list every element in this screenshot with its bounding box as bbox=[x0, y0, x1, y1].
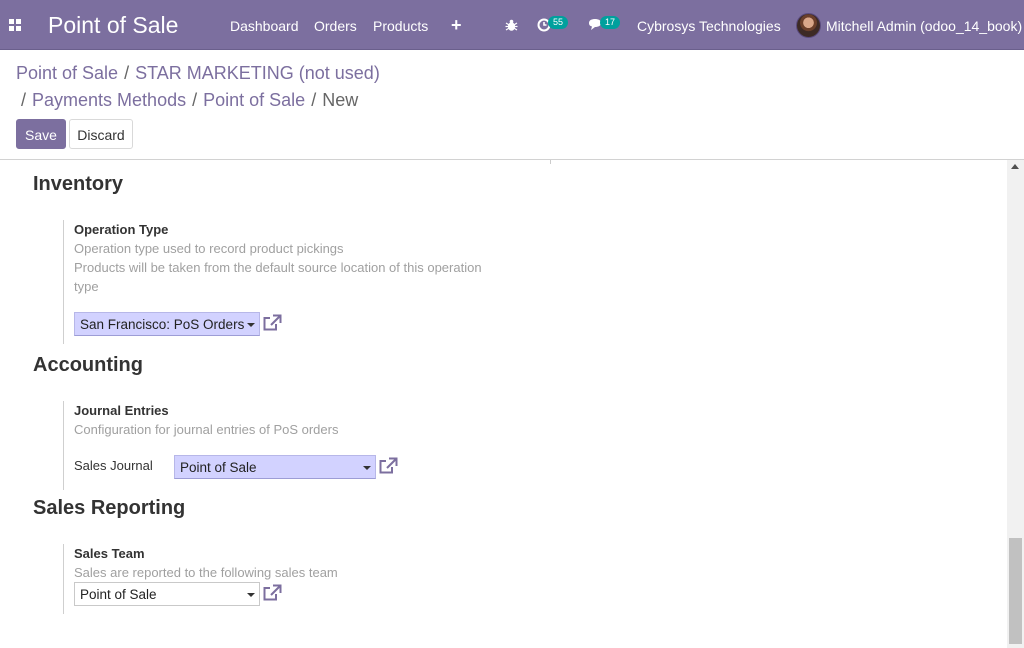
setting-label-operation-type: Operation Type bbox=[74, 222, 169, 237]
chevron-down-icon bbox=[247, 323, 255, 327]
vertical-scrollbar[interactable] bbox=[1007, 160, 1024, 648]
breadcrumb-separator: / bbox=[311, 90, 317, 110]
setting-help-operation-type: Operation type used to record product pi… bbox=[74, 239, 494, 296]
setting-border bbox=[63, 401, 64, 490]
discard-button[interactable]: Discard bbox=[69, 119, 133, 149]
external-link-icon[interactable] bbox=[262, 584, 282, 602]
breadcrumb-separator: / bbox=[21, 90, 27, 110]
breadcrumb-line-1: Point of Sale / STAR MARKETING (not used) bbox=[16, 63, 380, 84]
company-switcher[interactable]: Cybrosys Technologies bbox=[637, 18, 781, 34]
save-button[interactable]: Save bbox=[16, 119, 66, 149]
breadcrumb-payment-methods[interactable]: Payments Methods bbox=[32, 90, 186, 110]
apps-menu-icon[interactable] bbox=[9, 19, 23, 33]
breadcrumb-separator: / bbox=[192, 90, 198, 110]
plus-icon[interactable]: + bbox=[451, 15, 462, 36]
menu-orders[interactable]: Orders bbox=[314, 18, 357, 34]
section-title-inventory: Inventory bbox=[33, 173, 124, 195]
chevron-down-icon bbox=[363, 466, 371, 470]
scroll-thumb[interactable] bbox=[1009, 538, 1022, 644]
field-label-sales-journal: Sales Journal bbox=[74, 458, 153, 473]
setting-border bbox=[63, 544, 64, 614]
sales-team-value: Point of Sale bbox=[80, 587, 157, 602]
breadcrumb-star-marketing[interactable]: STAR MARKETING (not used) bbox=[135, 63, 380, 83]
section-title-accounting: Accounting bbox=[33, 354, 143, 376]
setting-label-sales-team: Sales Team bbox=[74, 546, 145, 561]
menu-products[interactable]: Products bbox=[373, 18, 428, 34]
operation-type-value: San Francisco: PoS Orders bbox=[80, 317, 245, 332]
sales-journal-select[interactable]: Point of Sale bbox=[174, 455, 376, 479]
sales-team-select[interactable]: Point of Sale bbox=[74, 582, 260, 606]
section-title-sales-reporting: Sales Reporting bbox=[33, 497, 186, 519]
menu-dashboard[interactable]: Dashboard bbox=[230, 18, 299, 34]
setting-help-journal-entries: Configuration for journal entries of PoS… bbox=[74, 422, 339, 437]
setting-help-sales-team: Sales are reported to the following sale… bbox=[74, 565, 338, 580]
column-divider bbox=[550, 160, 551, 164]
bug-icon[interactable] bbox=[505, 19, 518, 32]
sales-journal-value: Point of Sale bbox=[180, 460, 257, 475]
user-avatar[interactable] bbox=[796, 13, 821, 38]
external-link-icon[interactable] bbox=[378, 457, 398, 475]
scroll-up-arrow-icon[interactable] bbox=[1011, 164, 1019, 169]
help-line: Products will be taken from the default … bbox=[74, 260, 482, 294]
app-title[interactable]: Point of Sale bbox=[48, 12, 178, 39]
message-count-badge: 17 bbox=[600, 16, 621, 29]
breadcrumb-current: New bbox=[322, 90, 359, 110]
top-navbar: Point of Sale Dashboard Orders Products … bbox=[0, 0, 1024, 50]
breadcrumb-line-2: / Payments Methods / Point of Sale / New bbox=[17, 90, 358, 111]
external-link-icon[interactable] bbox=[262, 314, 282, 332]
breadcrumb-point-of-sale[interactable]: Point of Sale bbox=[16, 63, 118, 83]
operation-type-select[interactable]: San Francisco: PoS Orders bbox=[74, 312, 260, 336]
setting-border bbox=[63, 220, 64, 344]
chevron-down-icon bbox=[247, 593, 255, 597]
form-content: Inventory Operation Type Operation type … bbox=[0, 160, 1007, 648]
setting-label-journal-entries: Journal Entries bbox=[74, 403, 169, 418]
activity-count-badge: 55 bbox=[548, 16, 569, 29]
user-menu[interactable]: Mitchell Admin (odoo_14_book) bbox=[826, 18, 1022, 34]
help-line: Operation type used to record product pi… bbox=[74, 241, 344, 256]
breadcrumb-separator: / bbox=[124, 63, 130, 83]
breadcrumb-pos-method[interactable]: Point of Sale bbox=[203, 90, 305, 110]
